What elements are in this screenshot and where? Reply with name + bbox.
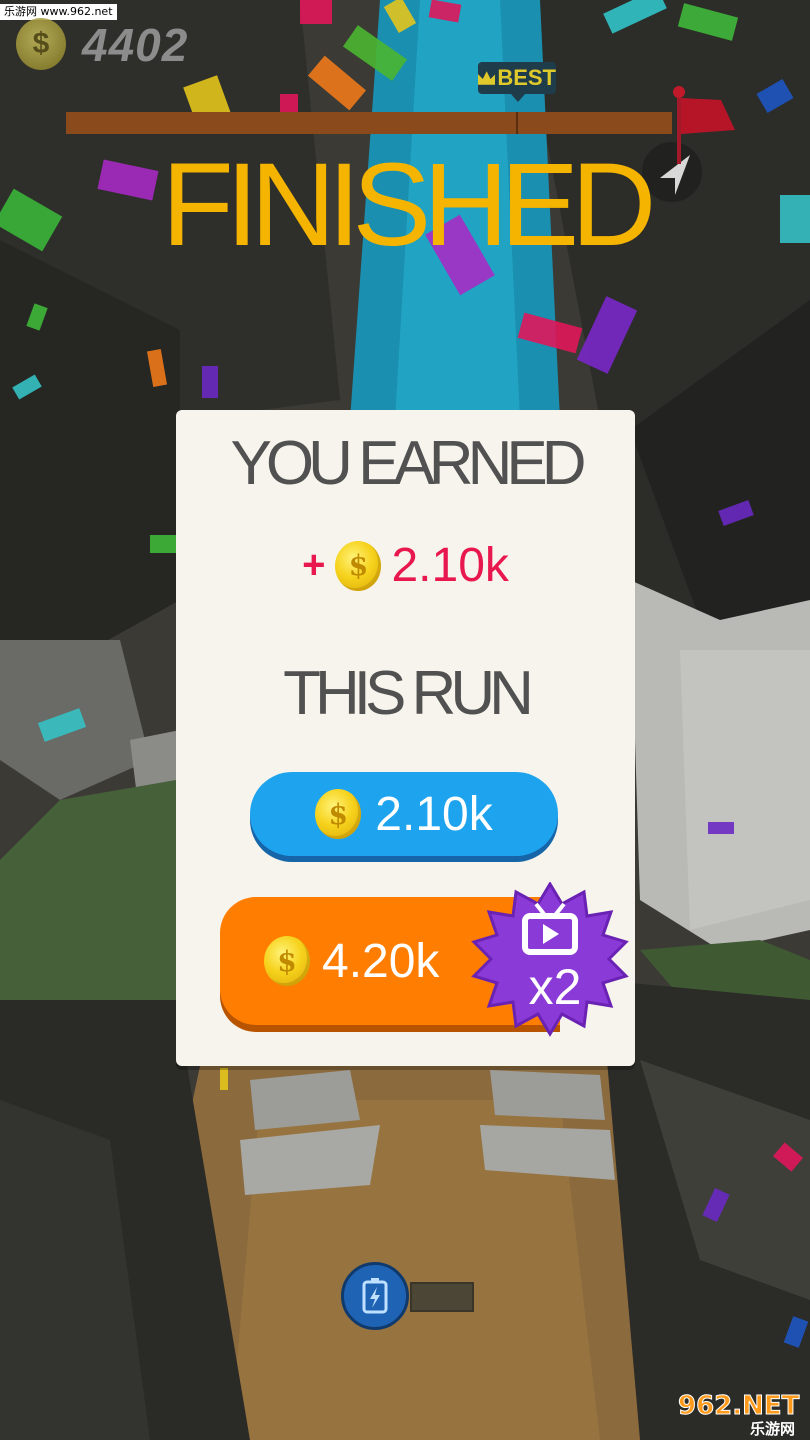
watermark-sub: 乐游网 xyxy=(750,1420,795,1438)
coin-icon: $ xyxy=(315,789,362,839)
multiplier-label: x2 xyxy=(528,959,582,1015)
earned-row: + $ 2.10k xyxy=(176,538,635,593)
you-earned-heading: YOU EARNED xyxy=(230,429,587,498)
coin-icon: $ xyxy=(335,540,382,591)
coin-total: 4402 xyxy=(82,19,189,71)
flag-icon xyxy=(681,98,735,134)
coin-icon: $ xyxy=(264,936,310,986)
powerup-charge-bar xyxy=(410,1282,474,1312)
double-value: 4.20k xyxy=(322,934,440,988)
collect-button[interactable]: $ 2.10k xyxy=(250,772,558,856)
level-progress-bar xyxy=(66,112,672,134)
best-marker: BEST xyxy=(478,62,556,102)
coin-icon: $ xyxy=(16,18,66,70)
plus-sign: + xyxy=(302,543,326,587)
crown-icon xyxy=(478,71,496,85)
collect-value: 2.10k xyxy=(375,787,493,841)
watermark-brand: 962.NET xyxy=(678,1391,800,1421)
this-run-heading: THIS RUN xyxy=(283,659,534,728)
battery-powerup-icon xyxy=(362,1278,388,1314)
finished-title: FINISHED xyxy=(161,139,657,271)
earned-value: 2.10k xyxy=(391,539,509,592)
best-label: BEST xyxy=(497,65,556,90)
powerup-button[interactable] xyxy=(341,1262,409,1330)
watermark-bottom: 962.NET 乐游网 xyxy=(678,1391,801,1439)
